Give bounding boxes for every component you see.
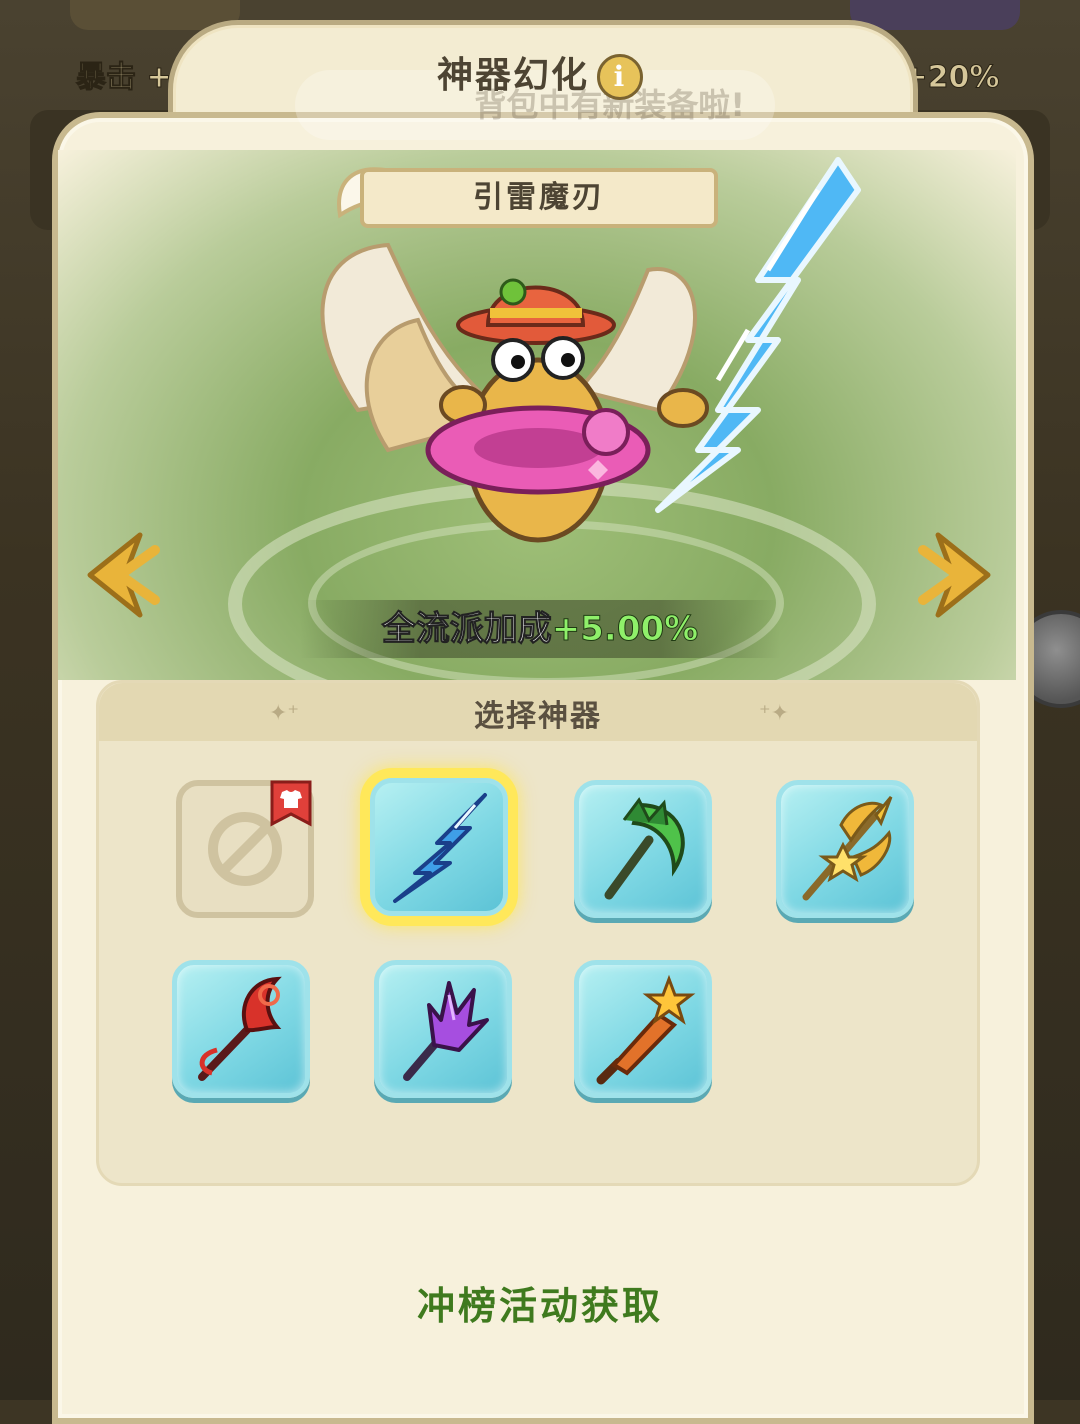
artifact-slot-crimson-moon-blade[interactable]	[172, 960, 310, 1098]
bonus-label: 全流派加成	[381, 609, 552, 650]
artifact-slot-lightning-blade[interactable]	[370, 778, 508, 916]
artifact-slot-flame-star-sword[interactable]	[574, 960, 712, 1098]
bonus-display: 全流派加成+5.00%	[300, 600, 780, 658]
right-arm	[657, 388, 709, 428]
info-icon[interactable]: i	[597, 54, 643, 100]
next-arrow-button[interactable]	[918, 525, 1008, 625]
flame-star-sword-icon	[596, 974, 696, 1085]
artifact-selector: 选择神器 ✦⁺ ⁺✦	[96, 680, 980, 1186]
hat-clover	[499, 278, 527, 306]
artifact-slot-amethyst-blade[interactable]	[374, 960, 512, 1098]
hat-band	[490, 308, 582, 318]
artifact-slot-toxic-scythe[interactable]	[574, 780, 712, 918]
lightning-blade-icon	[393, 793, 487, 903]
weapon-name-banner: 引雷魔刃	[360, 168, 718, 228]
right-pupil	[561, 353, 575, 367]
acquire-method-text: 冲榜活动获取	[416, 1284, 663, 1328]
skin-ribbon-icon	[270, 780, 312, 827]
selector-title: 选择神器	[474, 699, 602, 734]
sparkle-icon: ✦⁺	[269, 701, 300, 726]
toxic-scythe-icon	[604, 797, 685, 900]
crimson-moon-blade-icon	[198, 976, 282, 1081]
left-pupil	[511, 355, 525, 369]
artifact-slot-golden-trident[interactable]	[776, 780, 914, 918]
bonus-value: +5.00%	[551, 609, 699, 650]
sparkle-icon: ⁺✦	[759, 701, 790, 726]
amethyst-blade-icon	[403, 981, 489, 1081]
panel-title: 神器幻化 i	[0, 46, 1080, 100]
previous-arrow-button[interactable]	[70, 525, 160, 625]
panel-title-text: 神器幻化	[436, 55, 589, 96]
duck-float-head	[582, 408, 630, 456]
golden-trident-icon	[802, 796, 893, 901]
